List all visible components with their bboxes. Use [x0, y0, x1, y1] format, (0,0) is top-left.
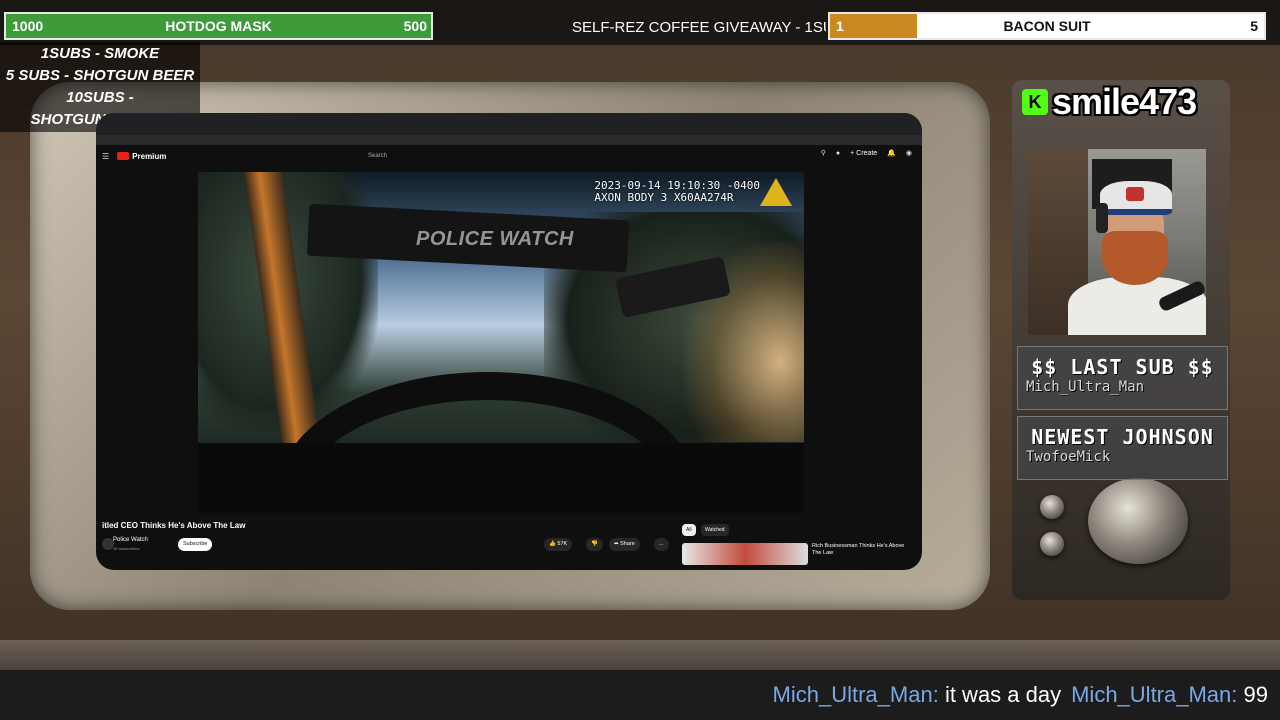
goal-target: 5 [1250, 18, 1258, 34]
bodycam-device: AXON BODY 3 X60AA274R [594, 191, 734, 204]
tv-channel-knob [1088, 478, 1188, 564]
share-button[interactable]: ➦ Share [609, 538, 640, 551]
tv-color-knob [1040, 532, 1064, 556]
bookmarks-bar [96, 135, 922, 145]
bacon-suit-goal-bar: 1 BACON SUIT 5 [828, 12, 1266, 40]
streamer-name: smile473 [1052, 81, 1197, 122]
video-dashboard [198, 443, 804, 513]
like-button[interactable]: 👍 57K [544, 538, 573, 551]
youtube-play-icon [117, 152, 130, 160]
recommended-video-title[interactable]: Rich Businessman Thinks He's Above The L… [812, 543, 912, 557]
more-actions-button[interactable]: ... [654, 538, 669, 551]
share-label: Share [620, 541, 635, 547]
video-title: itled CEO Thinks He's Above The Law [102, 521, 246, 530]
sub-reward-item: 1SUBS - SMOKE [40, 45, 160, 62]
bodycam-overlay: 2023-09-14 19:10:30 -0400 AXON BODY 3 X6… [594, 180, 760, 204]
sub-reward-item: 5 SUBS - SHOTGUN BEER [5, 67, 195, 84]
dislike-button[interactable]: 👎 [586, 538, 603, 551]
chip-watched[interactable]: Watched [701, 524, 729, 536]
menu-icon[interactable]: ☰ [102, 152, 109, 161]
video-metadata: itled CEO Thinks He's Above The Law Poli… [96, 521, 922, 570]
video-player[interactable]: POLICE WATCH 2023-09-14 19:10:30 -0400 A… [198, 172, 804, 513]
newest-panel: NEWEST JOHNSON TwofoeMick [1017, 416, 1228, 480]
tv-brightness-knob [1040, 495, 1064, 519]
chat-username: Mich_Ultra_Man: [1071, 682, 1238, 707]
account-avatar[interactable]: ◉ [906, 149, 912, 157]
microphone-icon[interactable]: ● [836, 150, 840, 157]
recommended-video-thumbnail[interactable] [682, 543, 808, 565]
police-watch-watermark: POLICE WATCH [416, 228, 574, 250]
newest-title: NEWEST JOHNSON [1031, 425, 1214, 449]
tv-screen: ☰ Premium Search ⚲ ● + Create 🔔 ◉ POLICE… [96, 113, 922, 570]
channel-name[interactable]: Police Watch [113, 537, 148, 543]
browser-tab-bar [96, 113, 922, 135]
chat-message: Mich_Ultra_Man: 99 [1071, 682, 1268, 708]
chat-text: 99 [1243, 682, 1268, 707]
notifications-bell-icon[interactable]: 🔔 [887, 149, 896, 157]
create-label: Create [856, 149, 878, 157]
chat-username: Mich_Ultra_Man: [772, 682, 939, 707]
newest-name: TwofoeMick [1026, 449, 1111, 465]
subscribe-button[interactable]: Subscribe [178, 538, 213, 551]
axon-logo-icon [760, 178, 792, 206]
chat-message: Mich_Ultra_Man: it was a day [773, 682, 1062, 708]
create-button[interactable]: + Create [850, 150, 877, 157]
last-sub-title: $$ LAST SUB $$ [1031, 355, 1214, 379]
chat-ticker: Mich_Ultra_Man: it was a day Mich_Ultra_… [0, 670, 1280, 720]
giveaway-ticker: SELF-REZ COFFEE GIVEAWAY - 1SUB/ [572, 19, 826, 36]
search-input[interactable]: Search [362, 149, 624, 163]
hotdog-mask-goal-bar: 1000 HOTDOG MASK 500 [4, 12, 433, 40]
goal-title: HOTDOG MASK [165, 18, 272, 34]
youtube-premium-label: Premium [132, 151, 167, 161]
kick-logo-icon: K [1022, 89, 1048, 115]
streamer-webcam [1028, 149, 1206, 335]
webcam-hat-logo [1126, 187, 1144, 201]
like-count: 57K [557, 541, 568, 547]
last-sub-panel: $$ LAST SUB $$ Mich_Ultra_Man [1017, 346, 1228, 410]
youtube-header: ☰ Premium Search ⚲ ● + Create 🔔 ◉ [96, 145, 922, 167]
webcam-beard [1102, 231, 1168, 285]
webcam-headset [1096, 203, 1108, 233]
chip-all[interactable]: All [682, 524, 696, 536]
header-actions: ⚲ ● + Create 🔔 ◉ [821, 149, 912, 158]
goal-current: 1000 [12, 18, 44, 34]
subscriber-count: 1K subscribers [113, 546, 140, 551]
chat-text: it was a day [944, 682, 1062, 707]
search-icon[interactable]: ⚲ [821, 149, 826, 157]
goal-title: BACON SUIT [1003, 18, 1091, 34]
youtube-logo[interactable]: Premium [117, 152, 166, 161]
last-sub-name: Mich_Ultra_Man [1026, 379, 1145, 395]
goal-target: 500 [403, 18, 427, 34]
streamer-name-badge: K smile473 [1022, 81, 1197, 122]
